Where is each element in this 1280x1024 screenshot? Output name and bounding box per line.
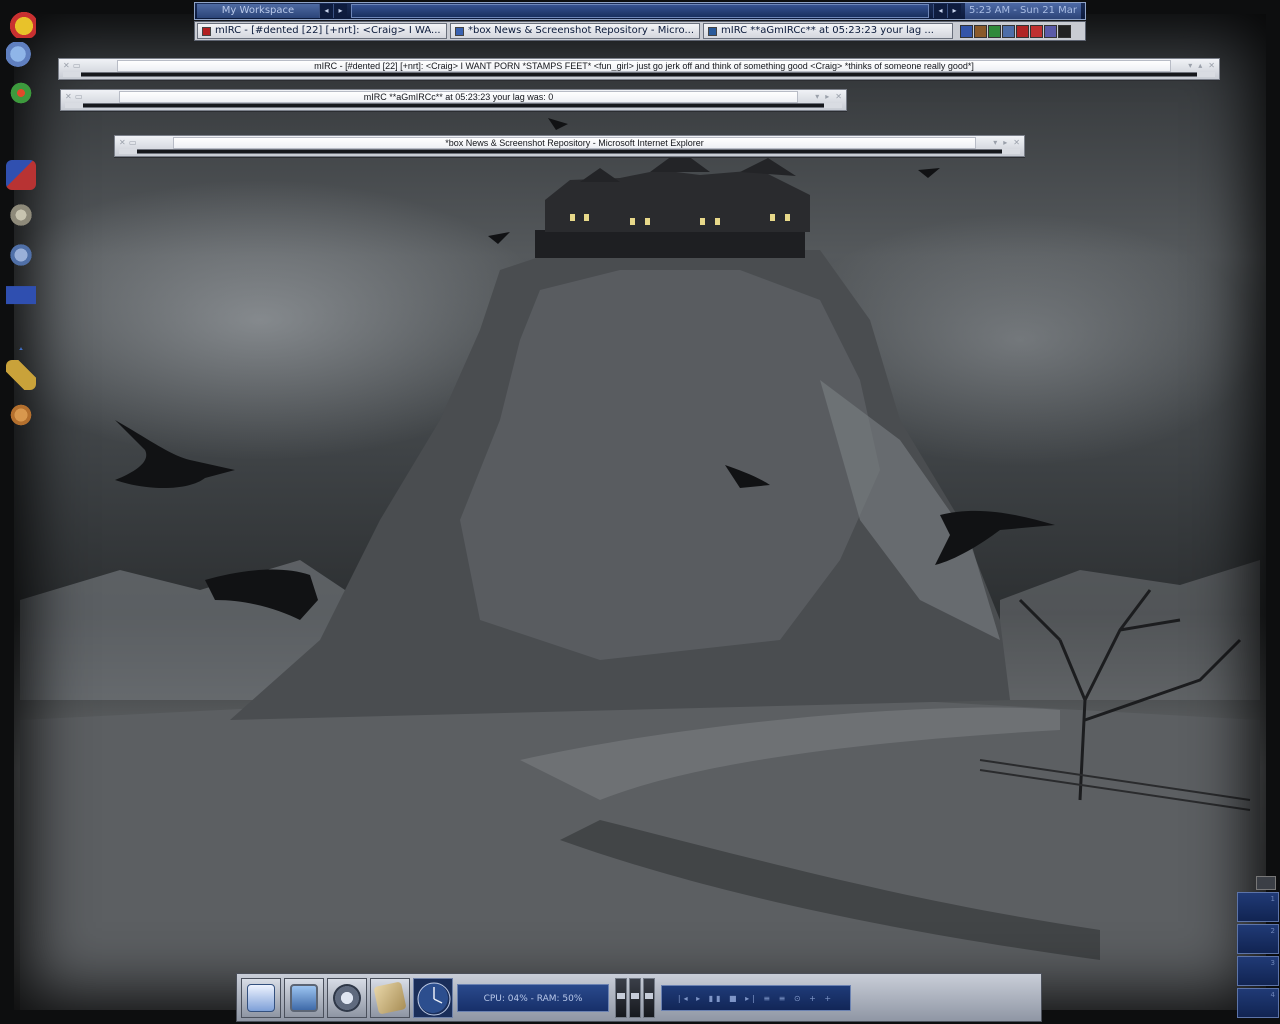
maximize-icon[interactable]: ▴: [1198, 62, 1202, 70]
next-window-button[interactable]: ▸: [947, 4, 961, 18]
system-clock[interactable]: 5:23 AM - Sun 21 Mar: [965, 3, 1081, 19]
volume-sliders: [615, 977, 655, 1018]
pager-desktop-2[interactable]: 2: [1237, 924, 1279, 954]
shade-icon[interactable]: ▭: [129, 139, 137, 147]
prev-window-button[interactable]: ◂: [933, 4, 947, 18]
task-label: mIRC **aGmIRCc** at 05:23:23 your lag ..…: [721, 25, 934, 36]
taskbar: mIRC - [#dented [22] [+nrt]: <Craig> I W…: [194, 21, 1086, 41]
tray-app-icon-3[interactable]: [988, 24, 1001, 38]
minimize-icon[interactable]: ▾: [993, 139, 997, 147]
close-icon[interactable]: ✕: [63, 62, 71, 70]
close-icon[interactable]: ✕: [1208, 62, 1215, 70]
window-resize-strip[interactable]: [65, 103, 842, 108]
window-mirc-channel[interactable]: ✕ ▭ mIRC - [#dented [22] [+nrt]: <Craig> …: [58, 58, 1220, 80]
yahoo-messenger-icon[interactable]: [6, 8, 36, 38]
window-title[interactable]: mIRC **aGmIRCc** at 05:23:23 your lag wa…: [119, 91, 798, 103]
prev-workspace-button[interactable]: ◂: [319, 4, 333, 18]
notepad-icon: [247, 983, 275, 1012]
tray-app-icon-4[interactable]: [1002, 24, 1015, 38]
pager-desktop-4[interactable]: 4: [1237, 988, 1279, 1018]
volume-slider-1[interactable]: [615, 977, 627, 1018]
minimize-icon[interactable]: ▾: [815, 93, 819, 101]
window-internet-explorer[interactable]: ✕ ▭ *box News & Screenshot Repository - M…: [114, 135, 1025, 157]
envelope-icon: [373, 980, 407, 1015]
close-icon[interactable]: ✕: [119, 139, 127, 147]
documents-launcher[interactable]: [370, 977, 410, 1018]
msn-buddies-icon[interactable]: [6, 42, 36, 72]
pager-desktop-1[interactable]: 1: [1237, 892, 1279, 922]
volume-slider-2[interactable]: [629, 977, 641, 1018]
shade-icon[interactable]: ▭: [75, 93, 83, 101]
pager-toggle-button[interactable]: [1256, 876, 1276, 890]
shade-icon[interactable]: ▭: [73, 62, 81, 70]
window-resize-strip[interactable]: [63, 72, 1215, 77]
workspace-track: [351, 4, 929, 18]
monitor-icon: [290, 983, 318, 1012]
minimize-icon[interactable]: ▾: [1188, 62, 1192, 70]
close-icon[interactable]: ✕: [65, 93, 73, 101]
internet-explorer-launcher[interactable]: [327, 977, 367, 1018]
task-mirc-channel[interactable]: mIRC - [#dented [22] [+nrt]: <Craig> I W…: [197, 23, 447, 39]
tray-app-icon-5[interactable]: [1016, 24, 1029, 38]
bottom-dock: CPU: 04% - RAM: 50% |◂ ▸ ▮▮ ■ ▸| ≡ ≡ ⊙ +…: [236, 973, 1042, 1022]
flashget-icon[interactable]: [6, 240, 36, 270]
mirc-icon[interactable]: [6, 160, 36, 190]
analog-clock-icon[interactable]: [413, 977, 453, 1018]
my-computer-launcher[interactable]: [284, 977, 324, 1018]
volume-slider-3[interactable]: [643, 977, 655, 1018]
maximize-icon[interactable]: ▸: [825, 93, 829, 101]
triangle-app-icon[interactable]: [6, 320, 36, 350]
window-mirc-status[interactable]: ✕ ▭ mIRC **aGmIRCc** at 05:23:23 your lag…: [60, 89, 847, 111]
window-title[interactable]: mIRC - [#dented [22] [+nrt]: <Craig> I W…: [117, 60, 1171, 72]
tray-app-icon-8[interactable]: [1058, 24, 1071, 38]
pager-desktop-3[interactable]: 3: [1237, 956, 1279, 986]
desktop-pager: 1 2 3 4: [1237, 892, 1279, 1020]
window-resize-strip[interactable]: [119, 149, 1020, 154]
task-label: mIRC - [#dented [22] [+nrt]: <Craig> I W…: [215, 25, 441, 36]
window-title[interactable]: *box News & Screenshot Repository - Micr…: [173, 137, 976, 149]
mirc-icon: [708, 26, 717, 36]
notepad-launcher[interactable]: [241, 977, 281, 1018]
internet-explorer-icon: [455, 26, 464, 36]
task-label: *box News & Screenshot Repository - Micr…: [468, 25, 694, 36]
task-internet-explorer[interactable]: *box News & Screenshot Repository - Micr…: [450, 23, 700, 39]
icq-lite-icon[interactable]: [6, 78, 36, 108]
mirc-icon: [202, 26, 211, 36]
media-player-controls[interactable]: |◂ ▸ ▮▮ ■ ▸| ≡ ≡ ⊙ + +: [661, 984, 851, 1011]
system-monitor: CPU: 04% - RAM: 50%: [457, 983, 609, 1012]
gold-app-icon[interactable]: [6, 360, 36, 390]
tray-app-icon-1[interactable]: [960, 24, 973, 38]
internet-explorer-icon: [333, 983, 361, 1012]
workspace-label[interactable]: My Workspace: [197, 4, 319, 18]
close-icon[interactable]: ✕: [835, 93, 842, 101]
workspace-bar: My Workspace ◂ ▸ ◂ ▸ 5:23 AM - Sun 21 Ma…: [194, 2, 1086, 20]
next-workspace-button[interactable]: ▸: [333, 4, 347, 18]
arrow-app-icon[interactable]: [6, 280, 36, 310]
maximize-icon[interactable]: ▸: [1003, 139, 1007, 147]
bear-app-icon[interactable]: [6, 400, 36, 430]
tray-app-icon-2[interactable]: [974, 24, 987, 38]
task-mirc-status[interactable]: mIRC **aGmIRCc** at 05:23:23 your lag ..…: [703, 23, 953, 39]
tray-app-icon-7[interactable]: [1044, 24, 1057, 38]
tray-app-icon-6[interactable]: [1030, 24, 1043, 38]
winamp-icon[interactable]: [6, 200, 36, 230]
system-tray: [960, 24, 1071, 38]
close-icon[interactable]: ✕: [1013, 139, 1020, 147]
